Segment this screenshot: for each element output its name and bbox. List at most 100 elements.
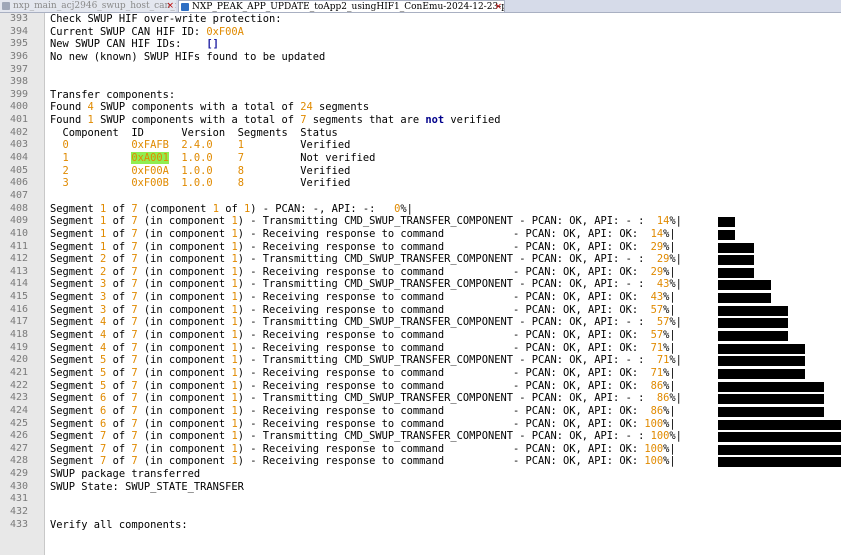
- line-text: 2 0xF00A 1.0.0 8 Verified: [50, 164, 351, 178]
- editor-line[interactable]: 410 Segment 1 of 7 (in component 1) - Rec…: [0, 228, 841, 241]
- line-text: Segment 7 of 7 (in component 1) - Receiv…: [50, 455, 676, 468]
- editor-line[interactable]: 429 SWUP package transferred: [0, 468, 841, 481]
- text-token: ) - Receiving response to command - PCAN…: [237, 417, 645, 430]
- text-token: verified: [444, 114, 501, 127]
- line-number: 408: [9, 202, 28, 214]
- close-icon[interactable]: ×: [166, 0, 174, 12]
- editor-line[interactable]: 398: [0, 76, 841, 89]
- text-token: ) - Transmitting CMD_SWUP_TRANSFER_COMPO…: [237, 316, 657, 329]
- editor-line[interactable]: 417 Segment 4 of 7 (in component 1) - Tra…: [0, 316, 841, 329]
- progress-bar-fill: [718, 217, 735, 228]
- line-text: Segment 2 of 7 (in component 1) - Transm…: [50, 253, 682, 266]
- line-text: Segment 1 of 7 (in component 1) - Receiv…: [50, 241, 676, 254]
- text-token: Not verified: [243, 152, 376, 165]
- editor-line[interactable]: 430 SWUP State: SWUP_STATE_TRANSFER: [0, 481, 841, 494]
- text-token: of: [106, 354, 132, 367]
- numeric-token: 71: [650, 366, 664, 379]
- line-number: 399: [9, 88, 28, 100]
- numeric-token: 24: [300, 101, 313, 114]
- editor-line[interactable]: 422 Segment 5 of 7 (in component 1) - Rec…: [0, 380, 841, 393]
- text-token: ) - Transmitting CMD_SWUP_TRANSFER_COMPO…: [237, 215, 657, 228]
- editor-line[interactable]: 394 Current SWUP CAN HIF ID: 0xF00A: [0, 26, 841, 39]
- numeric-token: 57: [650, 329, 664, 342]
- editor-line[interactable]: 420 Segment 5 of 7 (in component 1) - Tra…: [0, 354, 841, 367]
- line-number: 394: [9, 25, 28, 37]
- editor-line[interactable]: 393 Check SWUP HIF over-write protection:: [0, 13, 841, 26]
- editor-line[interactable]: 406 3 0xF00B 1.0.0 8 Verified: [0, 177, 841, 190]
- text-token: SWUP components with a total of: [93, 101, 301, 114]
- editor-line[interactable]: 423 Segment 6 of 7 (in component 1) - Tra…: [0, 392, 841, 405]
- editor-line[interactable]: 425 Segment 6 of 7 (in component 1) - Rec…: [0, 418, 841, 431]
- editor-line[interactable]: 427 Segment 7 of 7 (in component 1) - Rec…: [0, 443, 841, 456]
- line-number: 402: [9, 126, 28, 138]
- tab-python-script[interactable]: nxp_main_acj2946_swup_host_can_nci.py ×: [0, 0, 176, 12]
- editor-line[interactable]: 424 Segment 6 of 7 (in component 1) - Rec…: [0, 405, 841, 418]
- line-text: SWUP State: SWUP_STATE_TRANSFER: [50, 481, 244, 494]
- editor-line[interactable]: 404 1 0xA001 1.0.0 7 Not verified: [0, 152, 841, 165]
- editor-line[interactable]: 414 Segment 3 of 7 (in component 1) - Tra…: [0, 278, 841, 291]
- editor-line[interactable]: 419 Segment 4 of 7 (in component 1) - Rec…: [0, 342, 841, 355]
- editor-line[interactable]: 409 Segment 1 of 7 (in component 1) - Tra…: [0, 215, 841, 228]
- line-text: Current SWUP CAN HIF ID: 0xF00A: [50, 26, 244, 39]
- text-token: ) - PCAN: -, API: -:: [250, 202, 395, 215]
- editor-line[interactable]: 397: [0, 64, 841, 77]
- text-token: Current SWUP CAN HIF ID:: [50, 25, 207, 38]
- tab-log-file[interactable]: NXP_PEAK_APP_UPDATE_toApp2_usingHIF1_Con…: [178, 0, 505, 12]
- editor-line[interactable]: 408 Segment 1 of 7 (component 1 of 1) - P…: [0, 203, 841, 216]
- numeric-token: 0xFAFB: [131, 139, 169, 152]
- numeric-token: 2.4.0: [181, 139, 213, 152]
- tab-label: NXP_PEAK_APP_UPDATE_toApp2_usingHIF1_Con…: [192, 2, 504, 12]
- editor-line[interactable]: 399 Transfer components:: [0, 89, 841, 102]
- close-icon[interactable]: ×: [494, 1, 502, 12]
- editor-line[interactable]: 405 2 0xF00A 1.0.0 8 Verified: [0, 165, 841, 178]
- editor-line[interactable]: 411 Segment 1 of 7 (in component 1) - Rec…: [0, 241, 841, 254]
- editor-line[interactable]: 401 Found 1 SWUP components with a total …: [0, 114, 841, 127]
- text-token: (in component: [137, 291, 232, 304]
- text-token: of: [218, 202, 244, 215]
- numeric-token: 71: [656, 354, 670, 367]
- file-icon: [2, 2, 10, 10]
- numeric-token: 1.0.0: [181, 164, 213, 177]
- text-token: SWUP package transferred: [50, 468, 201, 481]
- text-token: ) - Transmitting CMD_SWUP_TRANSFER_COMPO…: [237, 354, 657, 367]
- editor-line[interactable]: 395 New SWUP CAN HIF IDs: []: [0, 38, 841, 51]
- editor-line[interactable]: 403 0 0xFAFB 2.4.0 1 Verified: [0, 139, 841, 152]
- text-token: Segment: [50, 430, 101, 443]
- editor-line[interactable]: 413 Segment 2 of 7 (in component 1) - Rec…: [0, 266, 841, 279]
- text-token: %|: [669, 354, 682, 367]
- editor-line[interactable]: 426 Segment 7 of 7 (in component 1) - Tra…: [0, 430, 841, 443]
- text-token: %|: [663, 455, 676, 468]
- line-text: Component ID Version Segments Status: [50, 127, 338, 140]
- text-token: []: [206, 38, 219, 51]
- editor-line[interactable]: 407: [0, 190, 841, 203]
- numeric-token: 57: [650, 303, 664, 316]
- text-token: ) - Receiving response to command - PCAN…: [237, 404, 651, 417]
- editor-line[interactable]: 412 Segment 2 of 7 (in component 1) - Tra…: [0, 253, 841, 266]
- editor-line[interactable]: 396 No new (known) SWUP HIFs found to be …: [0, 51, 841, 64]
- editor-line[interactable]: 402 Component ID Version Segments Status: [0, 127, 841, 140]
- editor-line[interactable]: 428 Segment 7 of 7 (in component 1) - Rec…: [0, 455, 841, 468]
- line-number: 428: [9, 455, 28, 467]
- line-text: New SWUP CAN HIF IDs: []: [50, 38, 219, 51]
- editor-line[interactable]: 416 Segment 3 of 7 (in component 1) - Rec…: [0, 304, 841, 317]
- text-token: Segment: [50, 316, 101, 329]
- text-token: of: [106, 341, 132, 354]
- line-text: Found 4 SWUP components with a total of …: [50, 101, 369, 114]
- editor-line[interactable]: 431: [0, 493, 841, 506]
- editor-line[interactable]: 418 Segment 4 of 7 (in component 1) - Rec…: [0, 329, 841, 342]
- progress-bar-fill: [718, 293, 771, 304]
- editor-line[interactable]: 433 Verify all components:: [0, 519, 841, 532]
- editor-text-area[interactable]: 393 Check SWUP HIF over-write protection:…: [0, 13, 841, 531]
- editor-line[interactable]: 432: [0, 506, 841, 519]
- line-number: 400: [9, 101, 28, 113]
- editor-line[interactable]: 415 Segment 3 of 7 (in component 1) - Rec…: [0, 291, 841, 304]
- editor-line[interactable]: 421 Segment 5 of 7 (in component 1) - Rec…: [0, 367, 841, 380]
- editor-line[interactable]: 400 Found 4 SWUP components with a total …: [0, 101, 841, 114]
- text-token: Verify all components:: [50, 518, 188, 531]
- text-token: (in component: [137, 215, 232, 228]
